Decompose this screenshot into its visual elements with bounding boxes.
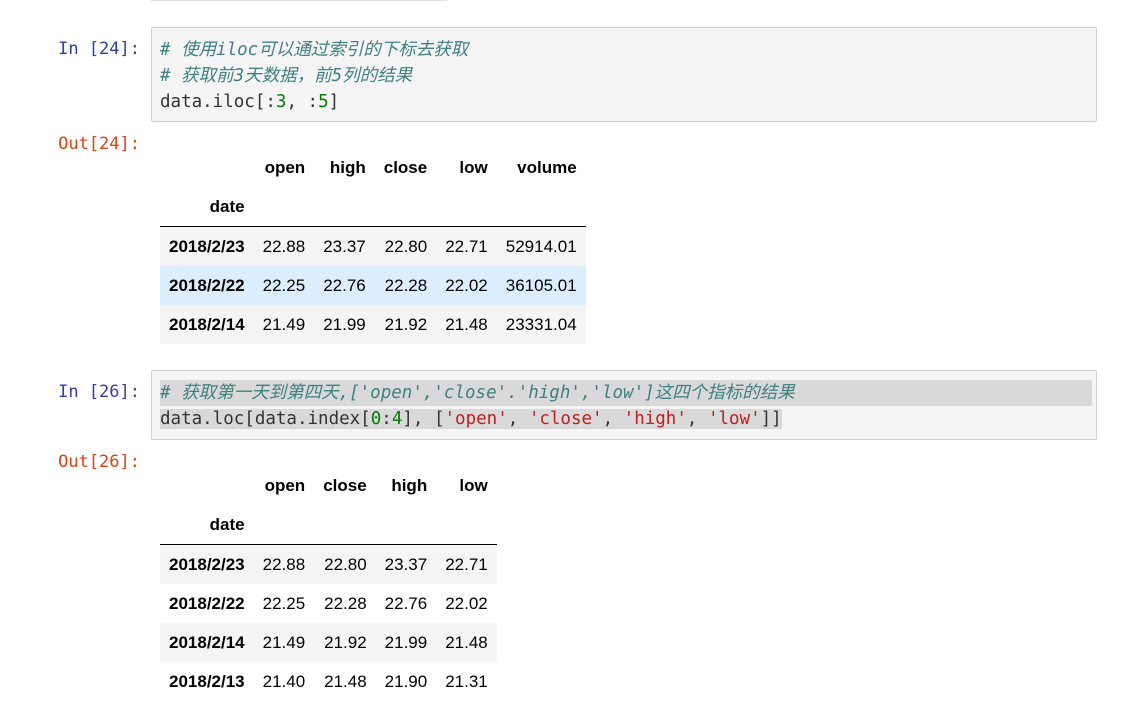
column-header: close: [323, 475, 367, 495]
column-header-row: open high close low volume: [160, 148, 586, 187]
dataframe-output: open close high low date 2018/2/23 22.88…: [160, 466, 497, 701]
table-row-hovered: 2018/2/22 22.25 22.76 22.28 22.02 36105.…: [160, 266, 586, 305]
code-comment-selected: # 获取第一天到第四天,['open','close'.'high','low'…: [160, 380, 1092, 406]
dataframe-output: open high close low volume date 2018/2/2…: [160, 148, 586, 344]
code-token: , :: [286, 92, 319, 112]
table-cell: 22.28: [324, 593, 367, 613]
code-comment: # 使用iloc可以通过索引的下标去获取: [160, 40, 469, 60]
code-token: ,: [602, 409, 624, 429]
previous-cell-border: [151, 0, 447, 1]
row-index: 2018/2/13: [169, 671, 245, 691]
code-number: 3: [275, 92, 287, 112]
index-name: date: [160, 187, 254, 227]
table-cell: 21.40: [262, 671, 306, 691]
row-index: 2018/2/23: [169, 236, 245, 256]
code-cell-input[interactable]: # 使用iloc可以通过索引的下标去获取 # 获取前3天数据，前5列的结果 da…: [151, 27, 1097, 122]
column-header: open: [264, 475, 306, 495]
table-cell: 22.71: [445, 554, 488, 574]
table-cell: 21.49: [262, 632, 306, 652]
corner-cell: [160, 466, 254, 505]
code-token: ]: [328, 92, 340, 112]
table-cell: 22.88: [262, 554, 306, 574]
table-cell: 21.92: [324, 632, 367, 652]
output-prompt: Out[26]:: [58, 452, 140, 472]
table-cell: 23331.04: [505, 314, 577, 334]
table-cell: 22.76: [384, 593, 428, 613]
table-cell: 21.99: [323, 314, 366, 334]
table-cell: 23.37: [384, 554, 428, 574]
code-token: :: [381, 409, 392, 429]
code-number: 5: [318, 92, 329, 112]
code-token: ], [: [402, 409, 445, 429]
column-header: open: [264, 157, 306, 177]
code-number: 4: [391, 409, 403, 429]
table-cell: 22.25: [262, 275, 306, 295]
table-cell: 21.49: [262, 314, 306, 334]
table-cell: 21.92: [384, 314, 428, 334]
column-header: high: [391, 475, 428, 495]
code-token: data.iloc[:: [160, 92, 276, 112]
table-cell: 22.28: [384, 275, 428, 295]
table-cell: 22.25: [262, 593, 306, 613]
table-cell: 22.88: [262, 236, 306, 256]
table-cell: 22.02: [445, 593, 488, 613]
code-string: 'open': [444, 409, 508, 429]
input-prompt: In [24]:: [58, 39, 140, 59]
row-index: 2018/2/14: [169, 632, 245, 652]
row-index: 2018/2/22: [169, 593, 245, 613]
table-cell: 52914.01: [505, 236, 577, 256]
code-selection: data.loc[data.index[0:4], ['open', 'clos…: [160, 409, 782, 429]
column-header: low: [459, 157, 488, 177]
table-cell: 22.02: [445, 275, 488, 295]
table-cell: 21.99: [384, 632, 428, 652]
column-header: volume: [517, 157, 577, 177]
table-cell: 21.48: [324, 671, 367, 691]
corner-cell: [160, 148, 254, 187]
row-index: 2018/2/23: [169, 554, 245, 574]
code-token: data.loc[data.index[: [160, 409, 371, 429]
table-cell: 21.48: [445, 632, 488, 652]
table-row: 2018/2/23 22.88 23.37 22.80 22.71 52914.…: [160, 226, 586, 266]
table-row: 2018/2/22 22.25 22.28 22.76 22.02: [160, 584, 497, 623]
code-comment: # 获取前3天数据，前5列的结果: [160, 66, 413, 86]
code-line: data.loc[data.index[0:4], ['open', 'clos…: [160, 406, 1090, 432]
code-string: 'low': [707, 409, 761, 429]
table-row: 2018/2/23 22.88 22.80 23.37 22.71: [160, 544, 497, 584]
table-cell: 22.71: [445, 236, 488, 256]
table-row: 2018/2/13 21.40 21.48 21.90 21.31: [160, 662, 497, 701]
row-index: 2018/2/14: [169, 314, 245, 334]
code-string: 'high': [623, 409, 687, 429]
table-cell: 22.80: [324, 554, 367, 574]
code-token: ,: [507, 409, 529, 429]
table-cell: 36105.01: [505, 275, 577, 295]
table-row: 2018/2/14 21.49 21.99 21.92 21.48 23331.…: [160, 305, 586, 344]
index-name-row: date: [160, 505, 497, 545]
table-cell: 23.37: [323, 236, 366, 256]
input-prompt: In [26]:: [58, 382, 140, 402]
column-header: low: [459, 475, 488, 495]
table-cell: 21.31: [445, 671, 488, 691]
code-token: ]]: [760, 409, 782, 429]
table-cell: 21.48: [445, 314, 488, 334]
table-row: 2018/2/14 21.49 21.92 21.99 21.48: [160, 623, 497, 662]
code-line: # 获取第一天到第四天,['open','close'.'high','low'…: [160, 380, 1092, 406]
row-index: 2018/2/22: [169, 275, 245, 295]
code-token: ,: [686, 409, 708, 429]
code-number: 0: [370, 409, 382, 429]
code-line: # 获取前3天数据，前5列的结果: [160, 63, 1090, 89]
column-header-row: open close high low: [160, 466, 497, 505]
column-header: high: [329, 157, 366, 177]
table-cell: 22.80: [384, 236, 428, 256]
output-prompt: Out[24]:: [58, 134, 140, 154]
column-header: close: [383, 157, 428, 177]
table-cell: 22.76: [323, 275, 366, 295]
code-cell-input[interactable]: # 获取第一天到第四天,['open','close'.'high','low'…: [151, 370, 1097, 440]
index-name-row: date: [160, 187, 586, 227]
index-name: date: [160, 505, 254, 545]
code-line: data.iloc[:3, :5]: [160, 89, 1090, 115]
code-string: 'close': [528, 409, 603, 429]
code-line: # 使用iloc可以通过索引的下标去获取: [160, 37, 1090, 63]
table-cell: 21.90: [384, 671, 428, 691]
